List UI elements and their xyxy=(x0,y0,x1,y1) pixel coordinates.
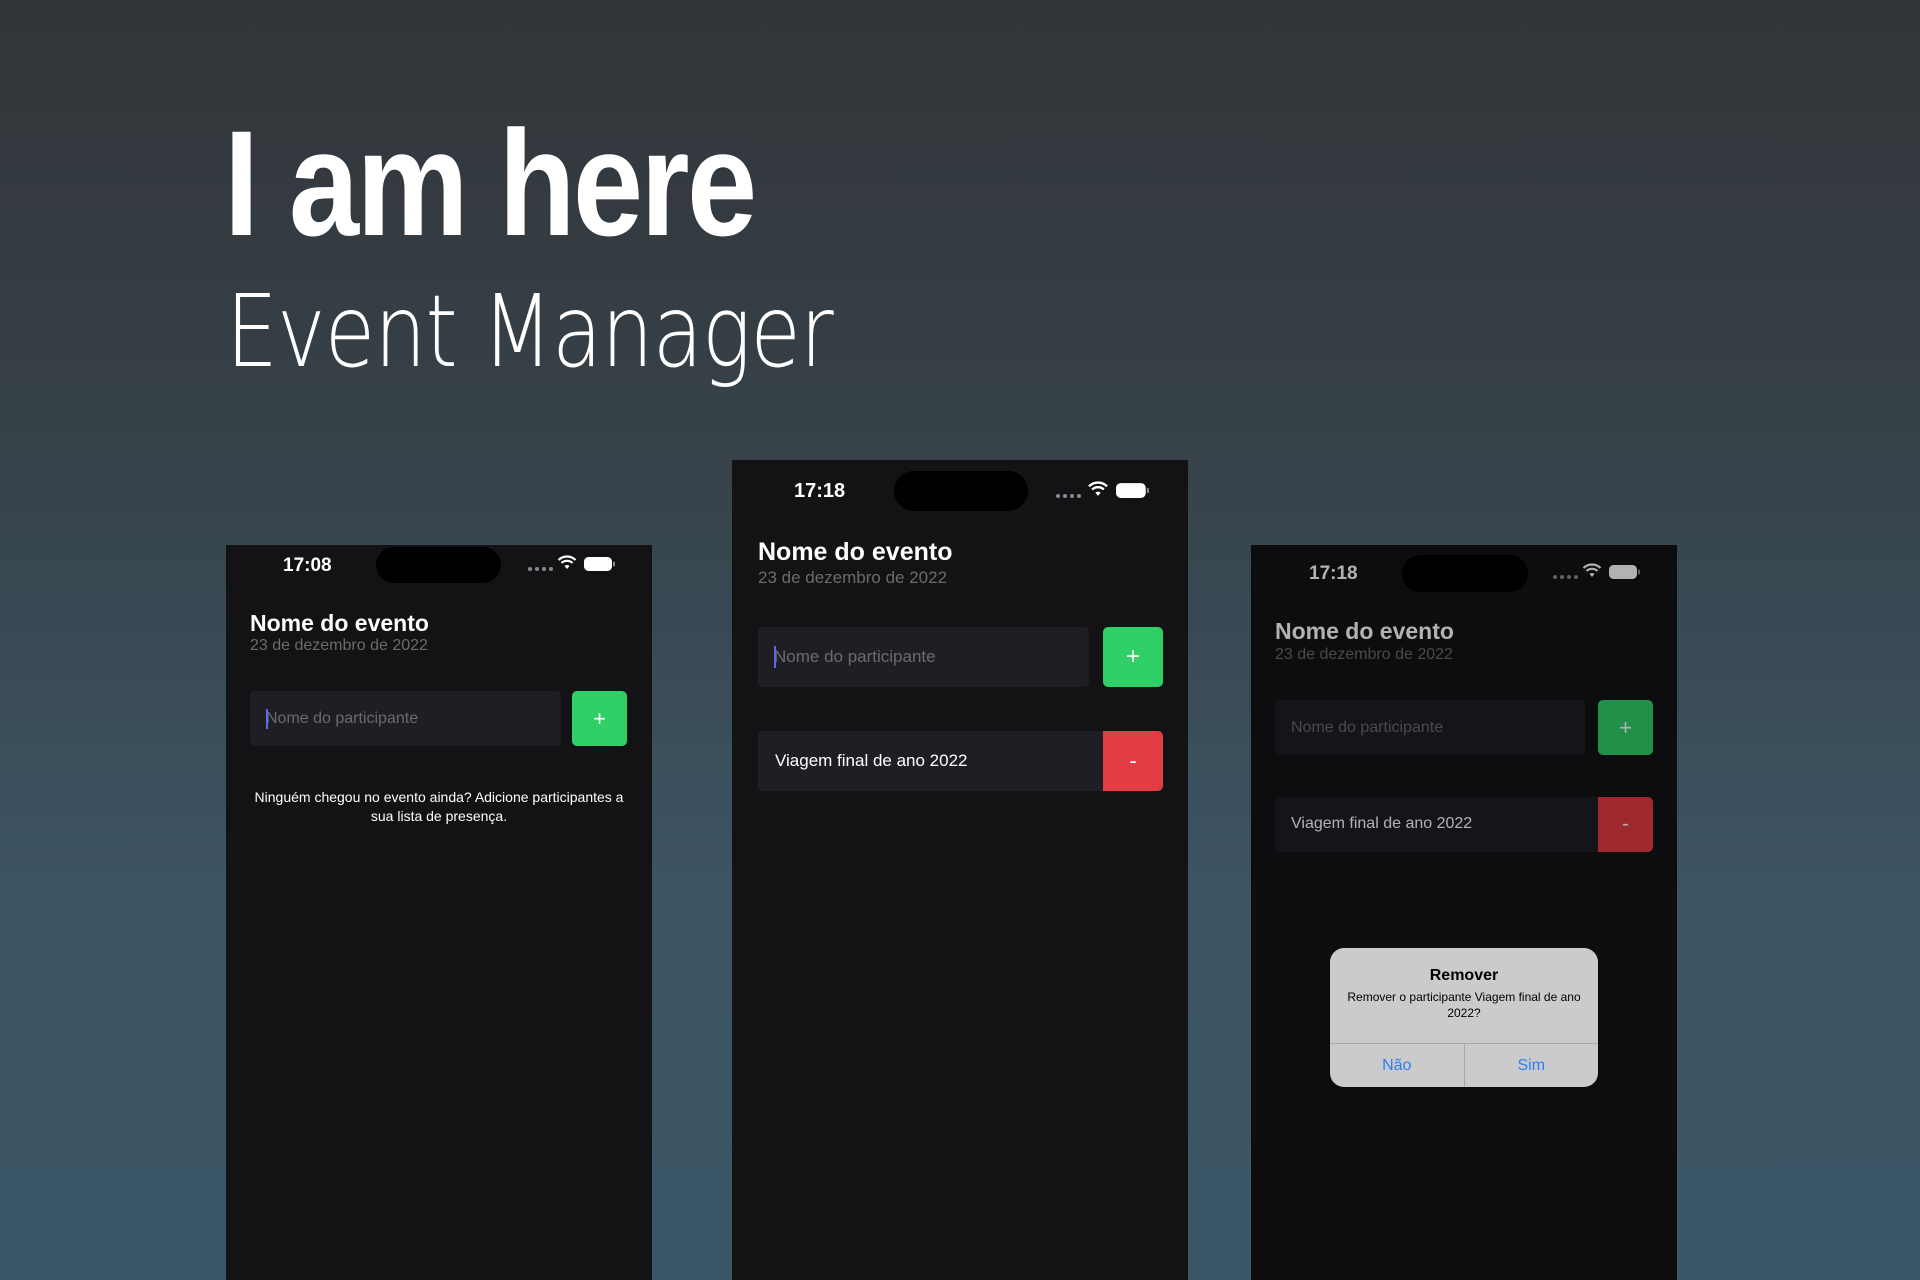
add-participant-button[interactable]: + xyxy=(1103,627,1163,687)
alert-confirm-button[interactable]: Sim xyxy=(1463,1044,1599,1087)
alert-message: Remover o participante Viagem final de a… xyxy=(1347,990,1581,1021)
wifi-icon xyxy=(557,555,577,569)
phone-screen-empty: 17:08 Nome do evento 23 de dezembro de 2… xyxy=(226,545,652,1280)
add-participant-button[interactable]: + xyxy=(572,691,627,746)
dynamic-island xyxy=(376,547,501,583)
modal-backdrop xyxy=(1251,545,1677,1280)
phone-screen-list: 17:18 Nome do evento 23 de dezembro de 2… xyxy=(732,460,1188,1280)
hero-title: I am here xyxy=(224,99,757,267)
signal-dots-icon xyxy=(1056,494,1081,498)
wifi-icon xyxy=(1088,481,1108,496)
remove-alert-dialog: Remover Remover o participante Viagem fi… xyxy=(1330,948,1598,1087)
hero-subtitle: Event Manager xyxy=(226,273,834,390)
status-time: 17:18 xyxy=(794,480,846,502)
status-time: 17:08 xyxy=(283,555,332,576)
battery-icon xyxy=(584,557,615,571)
remove-participant-button[interactable]: - xyxy=(1103,731,1163,791)
alert-actions: Não Sim xyxy=(1330,1043,1598,1087)
battery-icon xyxy=(1116,483,1149,498)
event-date: 23 de dezembro de 2022 xyxy=(758,568,948,587)
dynamic-island xyxy=(894,471,1028,511)
participant-name-input[interactable] xyxy=(758,627,1089,687)
empty-list-message: Ninguém chegou no evento ainda? Adicione… xyxy=(254,789,624,824)
event-date: 23 de dezembro de 2022 xyxy=(250,637,428,654)
signal-dots-icon xyxy=(528,567,553,571)
alert-title: Remover xyxy=(1429,967,1499,984)
text-caret xyxy=(774,646,776,668)
participant-name: Viagem final de ano 2022 xyxy=(775,751,968,770)
phone-screen-remove-alert: 17:18 Nome do evento 23 de dezembro de 2… xyxy=(1251,545,1677,1280)
participant-name-input[interactable] xyxy=(250,691,561,746)
text-caret xyxy=(266,709,268,729)
event-title: Nome do evento xyxy=(758,538,953,566)
alert-cancel-button[interactable]: Não xyxy=(1330,1044,1464,1087)
participant-card: Viagem final de ano 2022 - xyxy=(758,731,1163,791)
event-title: Nome do evento xyxy=(250,610,429,636)
